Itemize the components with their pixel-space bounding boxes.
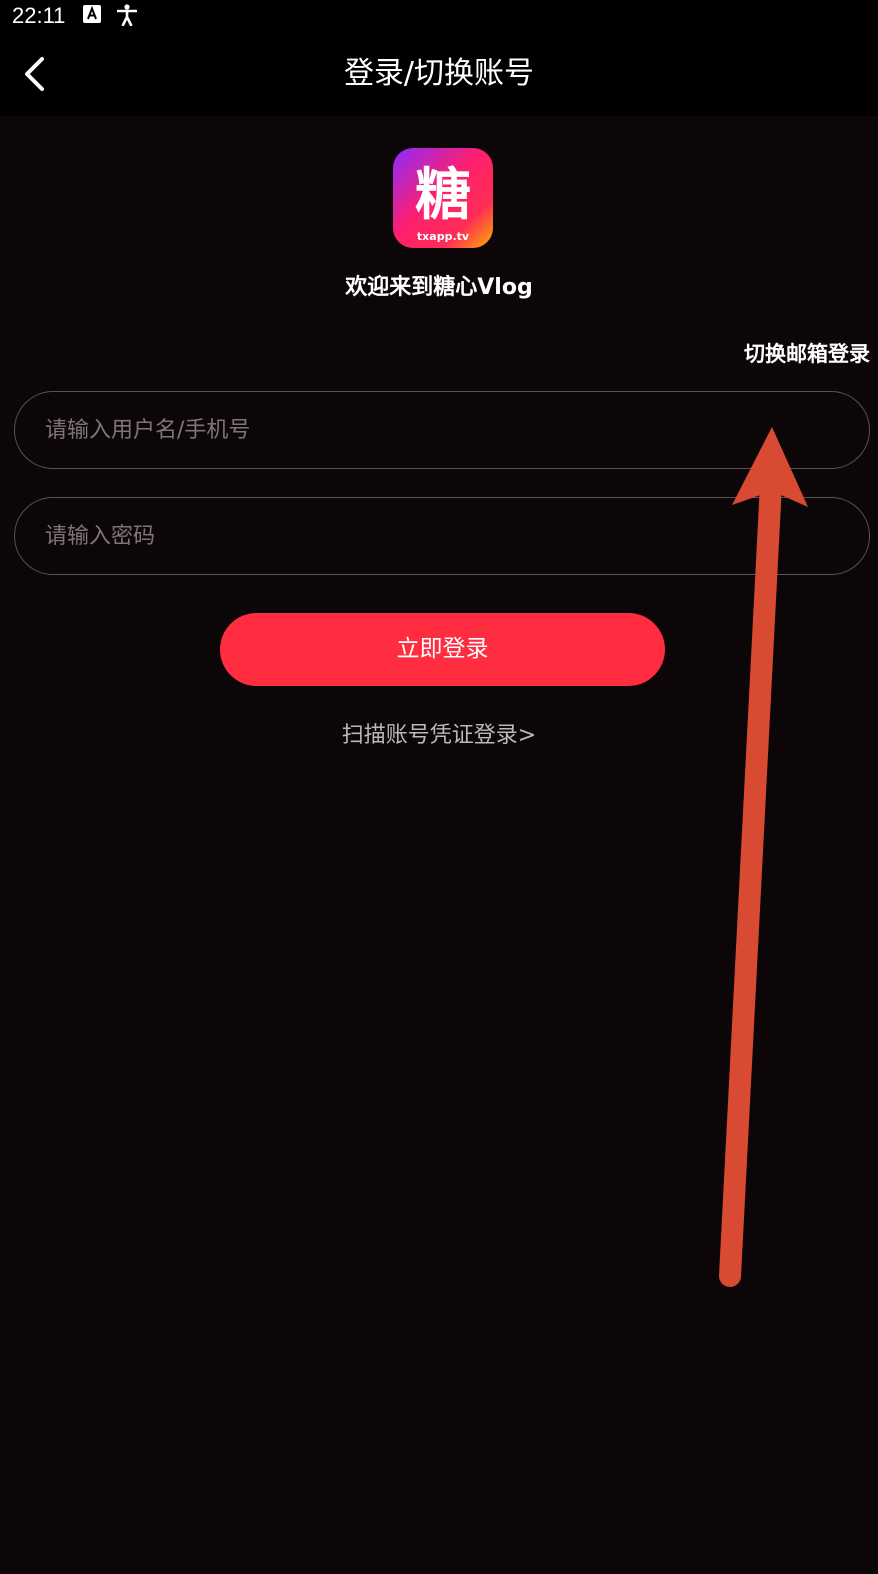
page-title: 登录/切换账号 xyxy=(343,56,535,91)
username-input[interactable] xyxy=(43,392,837,469)
accessibility-icon xyxy=(117,4,137,26)
logo-glyph: 糖 xyxy=(415,163,471,228)
welcome-text: 欢迎来到糖心Vlog xyxy=(345,275,533,300)
app-logo: 糖 txapp.tv xyxy=(393,148,493,248)
logo-subtext: txapp.tv xyxy=(417,230,470,243)
login-button[interactable]: 立即登录 xyxy=(220,613,665,686)
password-input[interactable] xyxy=(43,498,837,575)
top-navigation-bar: 登录/切换账号 xyxy=(0,32,878,116)
switch-email-login-link[interactable]: 切换邮箱登录 xyxy=(744,338,870,370)
username-field[interactable] xyxy=(14,391,870,469)
annotation-arrow-shaft xyxy=(719,473,782,1287)
scan-credential-login-link[interactable]: 扫描账号凭证登录> xyxy=(0,720,878,752)
status-bar: 22:11 xyxy=(0,0,878,32)
status-time: 22:11 xyxy=(12,3,66,28)
password-field[interactable] xyxy=(14,497,870,575)
keyboard-a-icon xyxy=(83,5,101,23)
